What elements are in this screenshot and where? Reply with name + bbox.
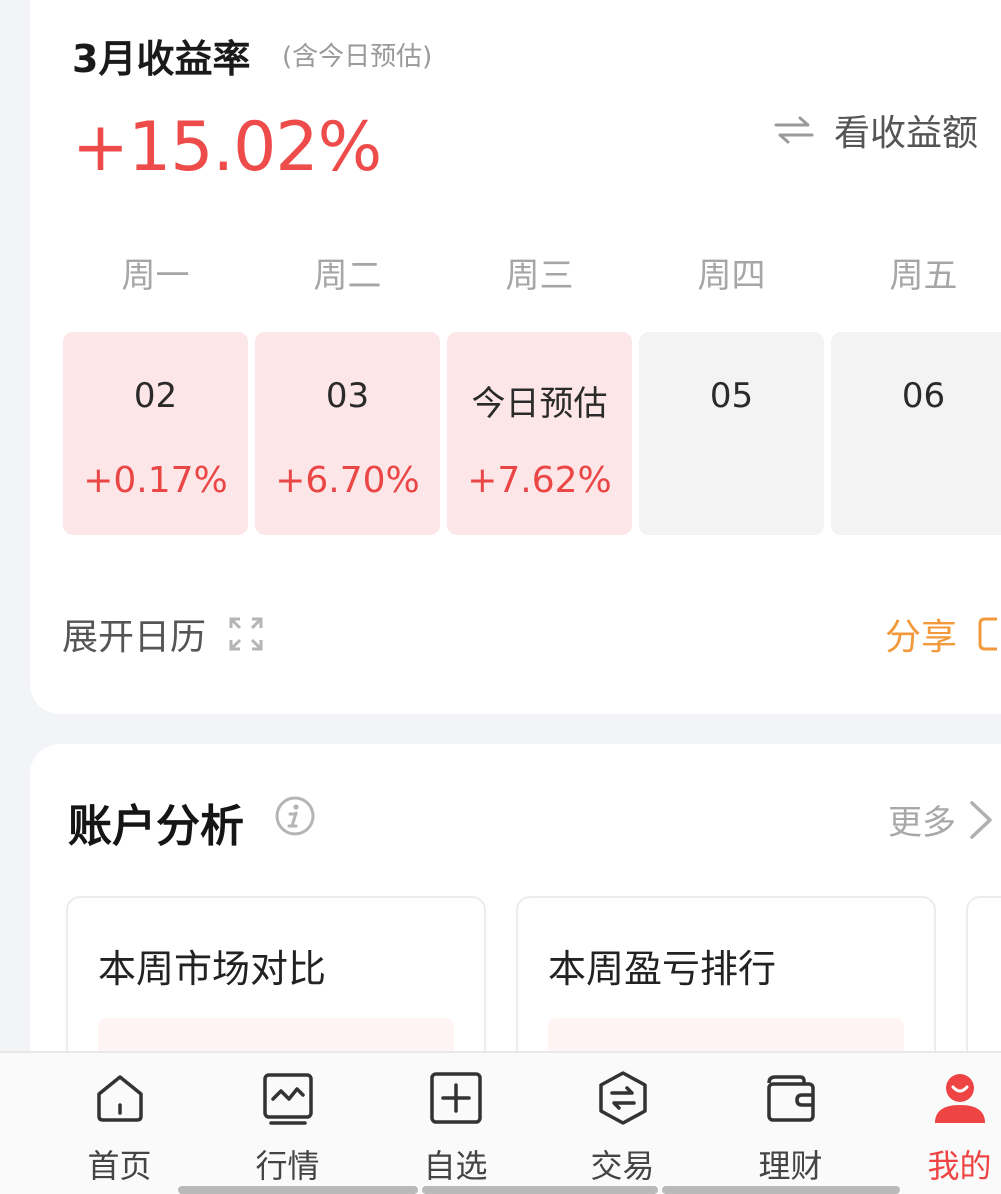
tab-market[interactable]: 行情 [204, 1053, 371, 1194]
scroll-indicator-segment [178, 1186, 418, 1194]
info-icon[interactable] [274, 795, 316, 837]
swap-arrows-icon [774, 116, 814, 144]
tab-label: 交易 [590, 1147, 655, 1185]
market-compare-title: 本周市场对比 [98, 947, 327, 991]
more-link[interactable]: 更多 [888, 795, 994, 844]
tab-label: 首页 [87, 1147, 152, 1185]
day-date: 今日预估 [471, 384, 608, 424]
scroll-indicator-segment [422, 1186, 658, 1194]
calendar-day-03[interactable]: 03 +6.70% [255, 332, 440, 535]
tab-profile[interactable]: 我的 [876, 1053, 1001, 1194]
returns-title-note: (含今日预估) [282, 42, 433, 72]
toggle-amount-label: 看收益额 [834, 113, 979, 154]
share-label: 分享 [885, 617, 958, 658]
share-icon [978, 617, 998, 651]
monthly-rate-value: +15.02% [72, 108, 382, 187]
more-label: 更多 [888, 803, 956, 843]
weekday-fri: 周五 [889, 256, 958, 296]
watchlist-add-icon [429, 1072, 482, 1124]
weekday-mon: 周一 [121, 256, 190, 296]
day-date: 02 [133, 376, 178, 416]
market-chart-icon [262, 1073, 313, 1125]
tab-wealth[interactable]: 理财 [707, 1053, 874, 1194]
pnl-ranking-title: 本周盈亏排行 [548, 947, 777, 991]
day-date: 06 [901, 376, 946, 416]
expand-calendar-button[interactable]: 展开日历 [62, 608, 264, 660]
tab-label: 行情 [255, 1147, 320, 1185]
chevron-right-icon [970, 800, 992, 839]
tab-label: 我的 [927, 1147, 992, 1185]
weekday-thu: 周四 [697, 256, 766, 296]
day-rate: +6.70% [275, 460, 420, 501]
scroll-indicator-segment [662, 1186, 900, 1194]
tab-watchlist[interactable]: 自选 [372, 1053, 539, 1194]
calendar-day-02[interactable]: 02 +0.17% [63, 332, 248, 535]
returns-title: 3月收益率 [72, 37, 251, 81]
day-date: 03 [325, 376, 370, 416]
trade-exchange-icon [598, 1071, 647, 1125]
weekday-wed: 周三 [505, 256, 574, 296]
wallet-icon [766, 1075, 815, 1122]
share-button[interactable]: 分享 [885, 608, 998, 660]
analysis-title: 账户分析 [68, 801, 244, 852]
tab-home[interactable]: 首页 [36, 1053, 203, 1194]
bottom-tab-bar: 首页 行情 自选 交易 理财 我的 [0, 1051, 1001, 1194]
home-icon [96, 1075, 143, 1122]
day-rate: +7.62% [467, 460, 612, 501]
tab-label: 理财 [758, 1147, 823, 1185]
expand-icon [229, 617, 263, 651]
tab-label: 自选 [423, 1147, 488, 1185]
weekday-tue: 周二 [313, 256, 382, 296]
calendar-day-today[interactable]: 今日预估 +7.62% [447, 332, 632, 535]
tab-trade[interactable]: 交易 [539, 1053, 706, 1194]
day-date: 05 [709, 376, 754, 416]
expand-calendar-label: 展开日历 [62, 617, 207, 658]
calendar-day-06[interactable]: 06 [831, 332, 1001, 535]
calendar-day-05[interactable]: 05 [639, 332, 824, 535]
profile-icon [934, 1074, 985, 1123]
day-rate: +0.17% [83, 460, 228, 501]
toggle-amount-button[interactable]: 看收益额 [774, 108, 978, 154]
